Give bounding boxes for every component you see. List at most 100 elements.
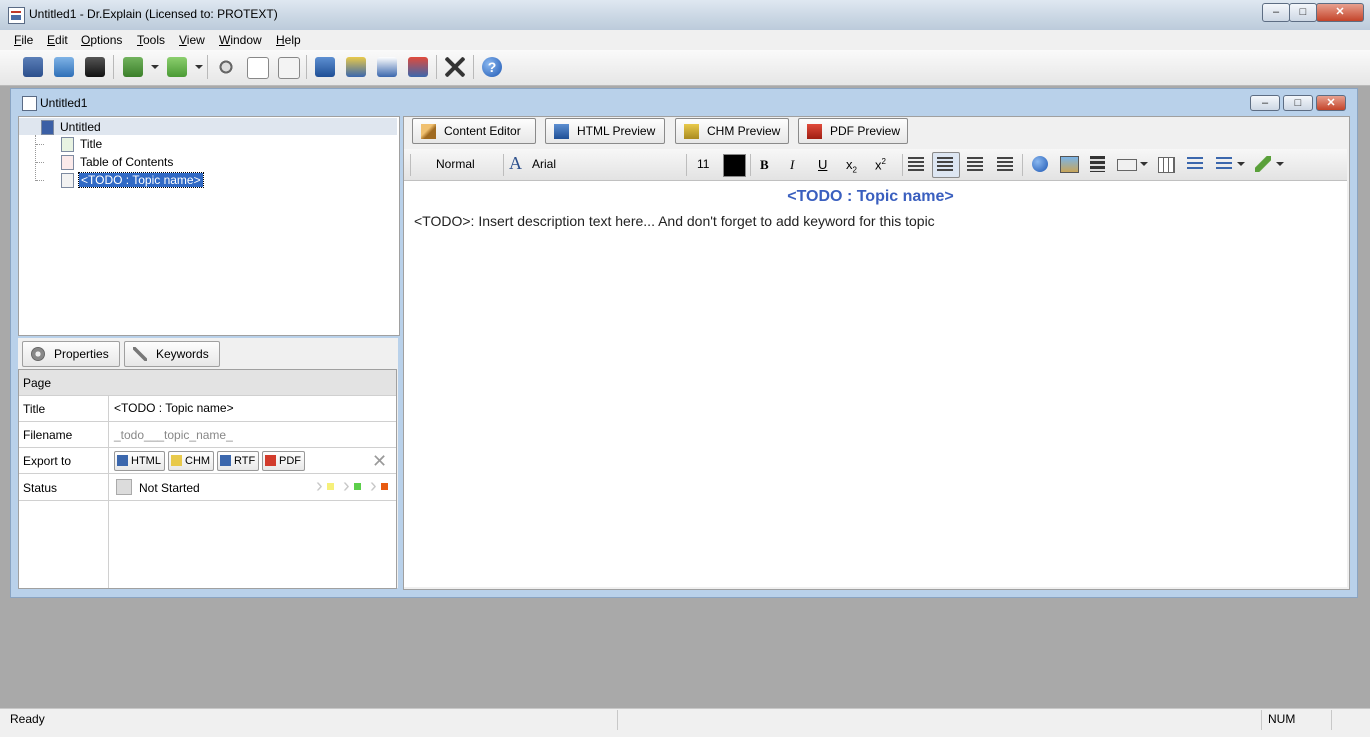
maximize-icon: □ [1294,97,1302,109]
bold-button[interactable]: B [760,157,769,173]
add-topic-button[interactable] [120,54,146,80]
topic-heading[interactable]: <TODO : Topic name> [404,188,1337,206]
tab-keywords-label: Keywords [156,347,209,361]
chevron-down-icon[interactable] [195,65,203,69]
chevron-down-icon[interactable] [151,65,159,69]
chevron-down-icon[interactable] [1140,162,1148,166]
menu-tools[interactable]: Tools [137,33,165,47]
paste-button[interactable] [275,54,301,80]
style-select[interactable]: Normal [436,157,475,171]
new-project-button[interactable] [20,54,46,80]
title-field[interactable]: <TODO : Topic name> [114,401,234,415]
html-preview-button[interactable]: HTML Preview [545,118,665,144]
superscript-button[interactable]: x2 [875,157,886,172]
menu-window[interactable]: Window [219,33,262,47]
clear-export-icon[interactable]: ✕ [372,451,387,472]
html-icon [117,455,128,466]
maximize-icon: □ [1299,6,1307,18]
export-html-button[interactable] [312,54,338,80]
status-in-progress-button[interactable] [327,483,334,490]
add-child-icon [167,57,187,77]
status-approved-button[interactable] [381,483,388,490]
add-topic-icon [123,57,143,77]
child-minimize-button[interactable]: – [1250,95,1280,111]
font-size-select[interactable]: 11 [697,157,709,171]
menu-view[interactable]: View [179,33,205,47]
content-editor-label: Content Editor [444,124,521,138]
status-divider [617,710,618,730]
tree-item-toc[interactable]: Table of Contents [80,155,173,169]
numbered-list-icon[interactable] [1216,157,1232,171]
export-chm-button[interactable] [343,54,369,80]
document-icon [22,96,37,111]
toolbar-separator [503,154,504,176]
spellcheck-icon[interactable] [1255,156,1271,172]
subscript-button[interactable]: x2 [846,157,857,175]
tree-item-topic[interactable]: <TODO : Topic name> [78,172,204,188]
variable-icon[interactable] [1117,159,1137,171]
add-child-button[interactable] [164,54,190,80]
tab-keywords[interactable]: Keywords [124,341,220,367]
settings-button[interactable] [442,54,468,80]
chevron-down-icon[interactable] [1276,162,1284,166]
export-chm-label: CHM [185,455,211,467]
copy-button[interactable] [244,54,270,80]
export-pdf-button[interactable] [405,54,431,80]
tree-item-title[interactable]: Title [80,137,102,151]
status-text: Ready [10,712,45,726]
align-left-icon[interactable] [908,157,924,171]
menu-file[interactable]: File [14,33,33,47]
tab-properties[interactable]: Properties [22,341,120,367]
filename-field[interactable]: _todo___topic_name_ [114,428,233,442]
save-button[interactable] [82,54,108,80]
paste-icon [278,57,300,79]
minimize-button[interactable]: – [1262,3,1290,22]
export-rtf-label: RTF [234,455,256,467]
property-row-status: Status Not Started › › › [19,474,396,501]
child-maximize-button[interactable]: □ [1283,95,1313,111]
html-preview-icon [554,124,569,139]
content-editor-button[interactable]: Content Editor [412,118,536,144]
export-html-toggle[interactable]: HTML [114,451,165,471]
export-rtf-button[interactable] [374,54,400,80]
help-button[interactable]: ? [479,54,505,80]
align-right-icon[interactable] [967,157,983,171]
status-done-button[interactable] [354,483,361,490]
tree-root[interactable]: Untitled [60,120,101,134]
tree-guide [36,162,44,163]
italic-button[interactable]: I [790,157,794,173]
property-row-export: Export to HTML CHM RTF PDF ✕ [19,448,396,474]
status-divider [1261,710,1262,730]
export-rtf-toggle[interactable]: RTF [217,451,260,471]
child-close-button[interactable]: ✕ [1316,95,1346,111]
pdf-preview-icon [807,124,822,139]
menu-options[interactable]: Options [81,33,122,47]
content-editor[interactable] [404,181,1347,587]
image-icon[interactable] [1060,156,1079,173]
close-button[interactable]: ✕ [1316,3,1364,22]
pdf-preview-button[interactable]: PDF Preview [798,118,908,144]
export-chm-toggle[interactable]: CHM [168,451,215,471]
font-select[interactable]: Arial [532,157,556,171]
underline-button[interactable]: U [818,157,827,172]
export-pdf-toggle[interactable]: PDF [262,451,305,471]
menu-edit[interactable]: Edit [47,33,68,47]
tree-guide [36,144,44,145]
video-icon[interactable] [1090,156,1105,172]
toc-page-icon [61,155,74,170]
property-title-key: Title [23,402,46,416]
table-icon[interactable] [1158,157,1175,173]
menu-help[interactable]: Help [276,33,301,47]
topic-body-text[interactable]: <TODO>: Insert description text here... … [414,213,935,229]
chm-preview-button[interactable]: CHM Preview [675,118,789,144]
link-icon[interactable] [1032,156,1048,172]
chevron-down-icon[interactable] [1237,162,1245,166]
text-color-button[interactable] [723,154,746,177]
toolbar-separator [306,55,307,79]
bullet-list-icon[interactable] [1187,157,1203,171]
topic-tree[interactable]: Untitled Title Table of Contents <TODO :… [18,116,400,336]
open-project-button[interactable] [51,54,77,80]
cut-button[interactable] [213,54,239,80]
maximize-button[interactable]: □ [1289,3,1317,22]
align-justify-icon[interactable] [997,157,1013,171]
